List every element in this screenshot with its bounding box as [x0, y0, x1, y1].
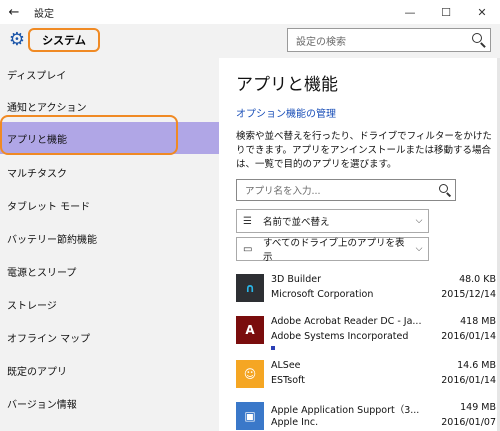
app-list-item[interactable]: A Adobe Acrobat Reader DC - Ja... Adobe Sy… — [236, 314, 496, 360]
settings-search-placeholder: 設定の検索 — [296, 36, 346, 48]
close-button[interactable]: ✕ — [464, 0, 500, 24]
sidebar-item-label: バッテリー節約機能 — [7, 234, 97, 246]
page-title: アプリと機能 — [236, 75, 338, 95]
section-title: システム — [28, 28, 100, 52]
app-publisher: Adobe Systems Incorporated — [271, 331, 409, 342]
sidebar-item-label: ストレージ — [7, 300, 57, 312]
sidebar-item-display[interactable]: ディスプレイ — [0, 58, 219, 90]
search-icon[interactable] — [468, 29, 490, 51]
chevron-down-icon: ⌵ — [415, 244, 423, 254]
sidebar-item-label: アプリと機能 — [7, 134, 67, 146]
app-search-input[interactable]: アプリ名を入力... — [236, 179, 456, 201]
search-icon[interactable] — [435, 180, 455, 200]
sidebar-item-label: オフライン マップ — [7, 333, 91, 345]
description-text: 検索や並べ替えを行ったり、ドライブでフィルターをかけたりできます。アプリをアンイ… — [236, 131, 492, 170]
main-content: アプリと機能 オプション機能の管理 検索や並べ替えを行ったり、ドライブでフィルタ… — [219, 58, 500, 431]
app-list-item[interactable]: ☺ ALSee ESTsoft 14.6 MB 2016/01/14 — [236, 358, 496, 404]
header: ⚙ システム 設定の検索 — [0, 24, 500, 58]
sidebar-item-label: バージョン情報 — [7, 399, 77, 411]
sidebar-item-storage[interactable]: ストレージ — [0, 288, 219, 320]
maximize-button[interactable]: ☐ — [428, 0, 464, 24]
sidebar-item-label: タブレット モード — [7, 201, 91, 213]
app-name: Adobe Acrobat Reader DC - Ja... — [271, 316, 422, 327]
sidebar-item-default-apps[interactable]: 既定のアプリ — [0, 354, 219, 386]
sidebar-item-about[interactable]: バージョン情報 — [0, 387, 219, 419]
app-size: 14.6 MB — [457, 360, 496, 371]
window-controls: — ☐ ✕ — [392, 0, 500, 24]
app-size: 149 MB — [460, 402, 496, 413]
app-install-date: 2016/01/07 — [441, 417, 496, 428]
sidebar-item-tablet-mode[interactable]: タブレット モード — [0, 189, 219, 221]
sidebar-item-power-sleep[interactable]: 電源とスリープ — [0, 255, 219, 287]
optional-features-link[interactable]: オプション機能の管理 — [236, 105, 336, 120]
app-search-placeholder: アプリ名を入力... — [245, 186, 321, 197]
title-bar: ← 設定 — ☐ ✕ — [0, 0, 500, 24]
app-publisher: ESTsoft — [271, 375, 305, 386]
sidebar-item-label: ディスプレイ — [7, 70, 67, 82]
sidebar-item-label: 電源とスリープ — [7, 267, 77, 279]
drive-filter-dropdown[interactable]: ▭ すべてのドライブ上のアプリを表示 ⌵ — [236, 237, 429, 263]
app-publisher: Microsoft Corporation — [271, 289, 374, 300]
alsee-icon: ☺ — [236, 360, 264, 388]
app-install-date: 2016/01/14 — [441, 375, 496, 386]
app-publisher: Apple Inc. — [271, 417, 319, 428]
drive-filter-label: すべてのドライブ上のアプリを表示 — [263, 238, 405, 263]
app-list-item[interactable]: ▣ Apple Application Support（3... Apple Inc… — [236, 400, 496, 431]
window-title: 設定 — [34, 8, 54, 20]
apple-app-support-icon: ▣ — [236, 402, 264, 430]
app-name: 3D Builder — [271, 274, 321, 285]
sidebar-item-label: 既定のアプリ — [7, 366, 67, 378]
app-list-item[interactable]: ∩ 3D Builder Microsoft Corporation 48.0 KB 2… — [236, 272, 496, 318]
app-name: Apple Application Support（3... — [271, 405, 420, 416]
app-size: 48.0 KB — [459, 274, 496, 285]
sidebar-item-notifications[interactable]: 通知とアクション — [0, 90, 219, 122]
sidebar: ディスプレイ 通知とアクション アプリと機能 マルチタスク タブレット モード … — [0, 58, 219, 431]
sidebar-item-label: マルチタスク — [7, 168, 67, 180]
sidebar-item-battery-saver[interactable]: バッテリー節約機能 — [0, 222, 219, 254]
back-arrow-icon[interactable]: ← — [0, 0, 28, 24]
sidebar-item-offline-maps[interactable]: オフライン マップ — [0, 321, 219, 353]
settings-search-input[interactable]: 設定の検索 — [287, 28, 491, 52]
3d-builder-icon: ∩ — [236, 274, 264, 302]
adobe-acrobat-icon: A — [236, 316, 264, 344]
app-name: ALSee — [271, 360, 301, 371]
sort-dropdown-label: 名前で並べ替え — [263, 217, 330, 228]
gear-icon: ⚙ — [8, 29, 26, 50]
minimize-button[interactable]: — — [392, 0, 428, 24]
sort-dropdown[interactable]: ☰ 名前で並べ替え ⌵ — [236, 209, 429, 233]
app-install-date: 2015/12/14 — [441, 289, 496, 300]
sort-icon: ☰ — [243, 215, 252, 227]
progress-indicator — [271, 346, 275, 350]
sidebar-item-apps-features[interactable]: アプリと機能 — [0, 122, 219, 154]
sidebar-item-multitasking[interactable]: マルチタスク — [0, 156, 219, 188]
chevron-down-icon: ⌵ — [415, 216, 423, 226]
sidebar-item-label: 通知とアクション — [7, 102, 87, 114]
drive-icon: ▭ — [243, 243, 253, 255]
app-size: 418 MB — [460, 316, 496, 327]
app-install-date: 2016/01/14 — [441, 331, 496, 342]
